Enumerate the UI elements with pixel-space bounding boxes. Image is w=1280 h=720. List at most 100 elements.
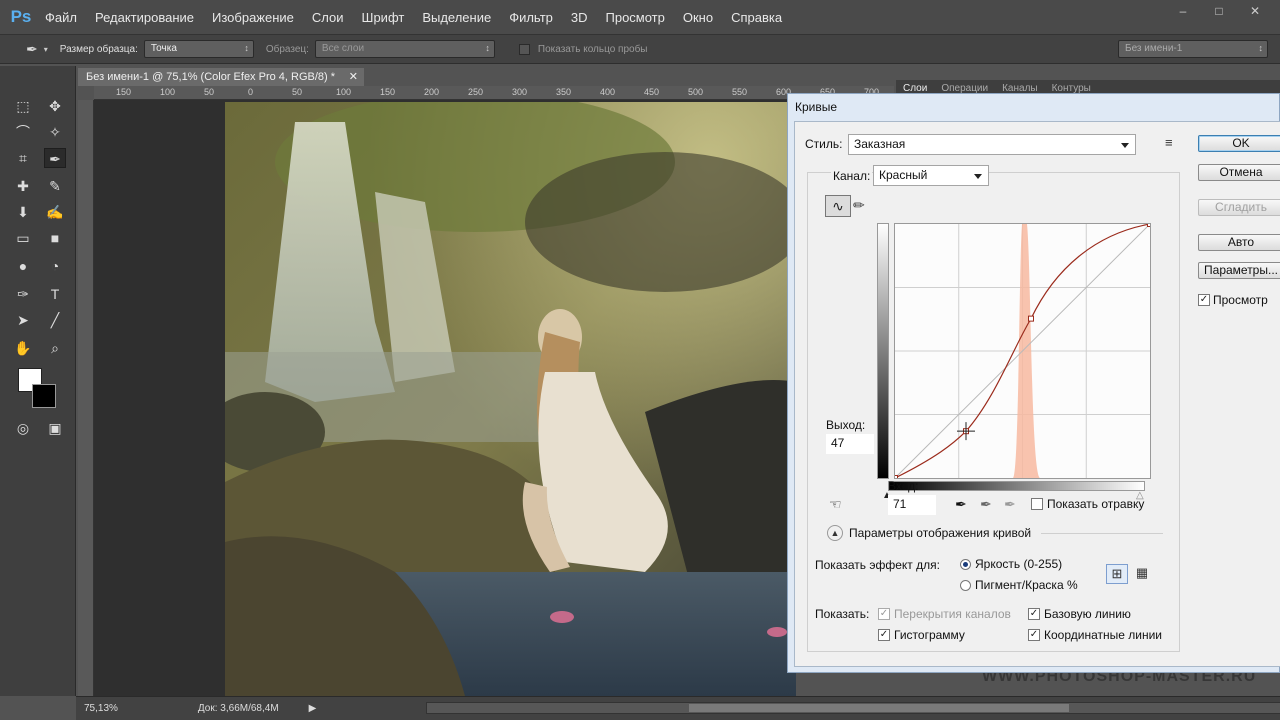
simple-grid-icon[interactable]: ⊞ — [1106, 564, 1128, 584]
gray-eyedropper-icon[interactable]: ✒ — [980, 496, 992, 513]
canvas-photo[interactable] — [225, 102, 796, 696]
options-button[interactable]: Параметры... — [1198, 262, 1280, 279]
magic-wand-tool-icon[interactable]: ✧ — [44, 122, 66, 142]
background-color-swatch[interactable] — [32, 384, 56, 408]
output-gradient-bar — [877, 223, 889, 479]
pigment-radio[interactable] — [960, 580, 971, 591]
pencil-tool-icon[interactable]: ✏ — [853, 197, 865, 214]
input-field[interactable]: 71 — [888, 495, 936, 515]
zoom-tool-icon[interactable]: ⌕ — [44, 338, 66, 358]
brush-tool-icon[interactable]: ✎ — [44, 176, 66, 196]
ruler-tick: 500 — [688, 87, 704, 97]
history-brush-tool-icon[interactable]: ✍ — [44, 202, 66, 222]
pigment-radio-label: Пигмент/Краска % — [975, 578, 1078, 592]
preview-checkbox[interactable]: ✓ — [1198, 294, 1210, 306]
clone-stamp-tool-icon[interactable]: ⬇ — [12, 202, 34, 222]
output-field[interactable]: 47 — [826, 434, 874, 454]
tool-preset-chevron-icon[interactable]: ▾ — [44, 45, 48, 54]
on-image-adjust-icon[interactable]: ☜ — [829, 496, 842, 513]
curve-point — [892, 475, 898, 481]
minimize-button[interactable]: – — [1170, 4, 1196, 18]
menu-help[interactable]: Справка — [722, 10, 791, 25]
eyedropper-icon[interactable]: ✒ — [26, 41, 38, 58]
channel-overlays-checkbox[interactable]: ✓ — [878, 608, 890, 620]
menu-layers[interactable]: Слои — [303, 10, 353, 25]
scroll-thumb[interactable] — [689, 704, 1069, 712]
tab-actions[interactable]: Операции — [934, 83, 995, 94]
style-label: Стиль: — [805, 137, 843, 151]
dialog-title: Кривые — [795, 100, 838, 114]
menu-image[interactable]: Изображение — [203, 10, 303, 25]
ruler-tick: 150 — [116, 87, 132, 97]
collapse-options-icon[interactable]: ▲ — [827, 525, 843, 541]
smooth-button[interactable]: Сгладить — [1198, 199, 1280, 216]
healing-brush-tool-icon[interactable]: ✚ — [12, 176, 34, 196]
menu-type[interactable]: Шрифт — [353, 10, 414, 25]
eraser-tool-icon[interactable]: ▭ — [12, 228, 34, 248]
show-label: Показать: — [815, 607, 870, 621]
path-selection-tool-icon[interactable]: ➤ — [12, 310, 34, 330]
show-ring-label: Показать кольцо пробы — [537, 43, 648, 55]
workspace-select[interactable]: Без имени-1 — [1118, 40, 1268, 58]
status-arrow-icon[interactable]: ▶ — [309, 703, 317, 714]
maximize-button[interactable]: □ — [1206, 4, 1232, 18]
screen-mode-icon[interactable]: ▣ — [44, 418, 66, 438]
sample-layers-select[interactable]: Все слои — [314, 40, 495, 58]
show-clipping-checkbox[interactable] — [1031, 498, 1043, 510]
menu-view[interactable]: Просмотр — [597, 10, 674, 25]
ruler-tick: 50 — [292, 87, 303, 97]
light-radio[interactable] — [960, 559, 971, 570]
show-clipping-label: Показать отравку — [1047, 497, 1145, 511]
move-tool-icon[interactable]: ✥ — [44, 96, 66, 116]
baseline-label: Базовую линию — [1044, 607, 1131, 621]
line-tool-icon[interactable]: ╱ — [44, 310, 66, 330]
detailed-grid-icon[interactable]: ▦ — [1132, 564, 1152, 584]
intersection-line-checkbox[interactable]: ✓ — [1028, 629, 1040, 641]
curve-point-tool-icon[interactable]: ∿ — [825, 195, 851, 217]
eyedropper-tool-icon[interactable]: ✒ — [44, 148, 66, 168]
white-eyedropper-icon[interactable]: ✒ — [1004, 496, 1016, 513]
menu-filter[interactable]: Фильтр — [500, 10, 562, 25]
tab-channels[interactable]: Каналы — [995, 83, 1045, 94]
show-effect-label: Показать эффект для: — [815, 558, 940, 572]
marquee-tool-icon[interactable]: ⬚ — [12, 96, 34, 116]
auto-button[interactable]: Авто — [1198, 234, 1280, 251]
gradient-tool-icon[interactable]: ■ — [44, 228, 66, 248]
document-tab[interactable]: Без имени-1 @ 75,1% (Color Efex Pro 4, R… — [78, 68, 364, 86]
menu-3d[interactable]: 3D — [562, 10, 597, 25]
horizontal-scrollbar[interactable] — [426, 702, 1280, 714]
cancel-button[interactable]: Отмена — [1198, 164, 1280, 181]
ok-button[interactable]: OK — [1198, 135, 1280, 152]
black-eyedropper-icon[interactable]: ✒ — [955, 496, 967, 513]
quick-mask-icon[interactable]: ◎ — [12, 418, 34, 438]
zoom-level[interactable]: 75,13% — [84, 703, 118, 714]
menu-window[interactable]: Окно — [674, 10, 722, 25]
channel-select[interactable]: Красный — [873, 165, 989, 186]
preset-options-icon[interactable]: ≡ — [1165, 135, 1173, 150]
channel-label: Канал: — [831, 169, 873, 183]
curves-graph[interactable] — [892, 221, 1153, 481]
menu-file[interactable]: Файл — [36, 10, 86, 25]
menu-edit[interactable]: Редактирование — [86, 10, 203, 25]
dodge-tool-icon[interactable]: ◔ — [44, 256, 66, 276]
blur-tool-icon[interactable]: ● — [12, 256, 34, 276]
menu-select[interactable]: Выделение — [413, 10, 500, 25]
crop-tool-icon[interactable]: ⌗ — [12, 148, 34, 168]
histogram-checkbox[interactable]: ✓ — [878, 629, 890, 641]
sample-size-select[interactable]: Точка — [143, 40, 254, 58]
ruler-tick: 250 — [468, 87, 484, 97]
tab-paths[interactable]: Контуры — [1045, 83, 1098, 94]
tab-layers[interactable]: Слои — [896, 83, 934, 94]
style-select[interactable]: Заказная — [848, 134, 1136, 155]
histogram-label: Гистограмму — [894, 628, 965, 642]
lasso-tool-icon[interactable]: ⌒ — [12, 122, 34, 142]
close-button[interactable]: ✕ — [1242, 4, 1268, 18]
baseline-checkbox[interactable]: ✓ — [1028, 608, 1040, 620]
pen-tool-icon[interactable]: ✑ — [12, 284, 34, 304]
display-options-label: Параметры отображения кривой — [849, 526, 1032, 540]
close-tab-icon[interactable]: ✕ — [349, 68, 358, 86]
show-ring-checkbox[interactable] — [518, 43, 530, 55]
type-tool-icon[interactable]: T — [44, 284, 66, 304]
hand-tool-icon[interactable]: ✋ — [12, 338, 34, 358]
input-caption: Вход: — [888, 479, 919, 493]
